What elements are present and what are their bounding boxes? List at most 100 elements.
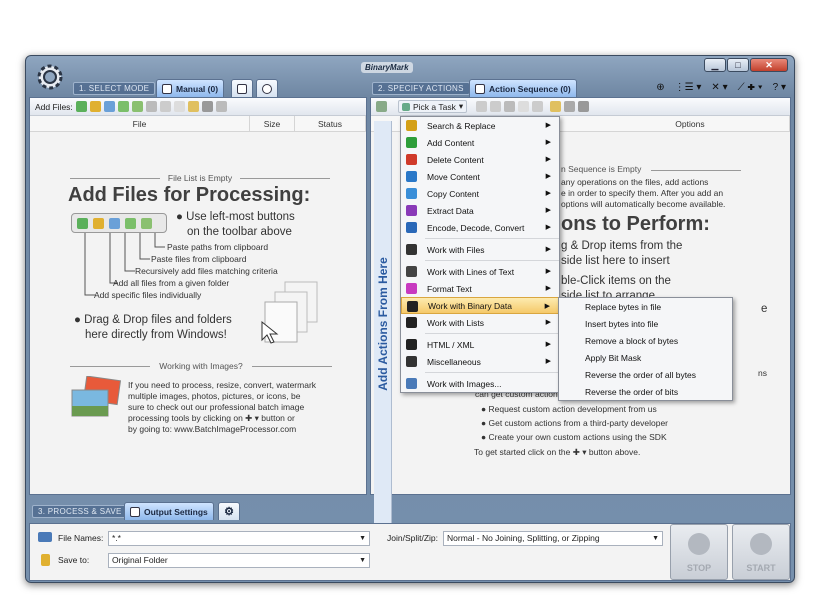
menu-item[interactable]: HTML / XML ▶ xyxy=(401,336,559,353)
remove-action-icon[interactable] xyxy=(518,101,530,112)
save-to-input[interactable]: Original Folder ▼ xyxy=(108,553,370,568)
tools-icon[interactable]: ✕ ▾ xyxy=(711,82,727,93)
menu-item[interactable]: Delete Content ▶ xyxy=(401,151,559,168)
menu-item[interactable]: Work with Lists ▶ xyxy=(401,314,559,331)
menu-item-label: Work with Files xyxy=(427,244,485,255)
search-replace-icon xyxy=(406,120,417,131)
remove-options-icon[interactable] xyxy=(159,101,171,112)
start-label: START xyxy=(746,563,776,573)
remove-file-icon[interactable] xyxy=(145,101,157,112)
submenu-item[interactable]: Reverse the order of bits xyxy=(559,383,732,400)
submenu-item[interactable]: Reverse the order of all bytes xyxy=(559,366,732,383)
edit-action-icon[interactable] xyxy=(504,101,516,112)
menu-item[interactable]: Work with Lines of Text ▶ xyxy=(401,263,559,280)
submenu-arrow-icon: ▶ xyxy=(544,303,550,310)
pick-task-button[interactable]: Pick a Task ▾ xyxy=(398,100,468,113)
tab-action-sequence[interactable]: Action Sequence (0) xyxy=(469,79,577,97)
col-size[interactable]: Size xyxy=(250,116,295,131)
tab-manual[interactable]: Manual (0) xyxy=(156,79,225,97)
move-up-icon[interactable] xyxy=(476,101,488,112)
settings-gear-icon[interactable] xyxy=(35,62,65,92)
submenu-item[interactable]: Replace bytes in file xyxy=(559,298,732,315)
start-button[interactable]: START xyxy=(732,524,790,580)
images-icon xyxy=(406,378,417,389)
globe-icon[interactable]: ⊕ xyxy=(656,82,664,93)
col-status[interactable]: Status xyxy=(295,116,366,131)
menu-item[interactable]: Move Content ▶ xyxy=(401,168,559,185)
illustration-folder-icon xyxy=(93,217,104,229)
add-files-label: Add Files: xyxy=(35,101,73,112)
maximize-button[interactable]: □ xyxy=(727,58,749,72)
open-sequence-icon[interactable] xyxy=(550,101,562,112)
encode-icon xyxy=(406,222,417,233)
menu-item[interactable]: Miscellaneous ▶ xyxy=(401,353,559,370)
tab-camera[interactable] xyxy=(231,79,253,97)
add-action-icon[interactable] xyxy=(376,101,387,112)
copy-content-icon xyxy=(406,188,417,199)
copy-list-icon[interactable] xyxy=(215,101,227,112)
menu-item-label: Work with Binary Data xyxy=(428,300,512,311)
menu-item[interactable]: Copy Content ▶ xyxy=(401,185,559,202)
stop-button[interactable]: STOP xyxy=(670,524,728,580)
clock-icon xyxy=(262,83,272,94)
submenu-item[interactable]: Remove a block of bytes xyxy=(559,332,732,349)
menu-item-label: Copy Content xyxy=(427,188,479,199)
app-logo: BinaryMark xyxy=(361,62,413,73)
save-list-icon[interactable] xyxy=(201,101,213,112)
menu-item[interactable]: Work with Images... xyxy=(401,375,559,392)
submenu-item[interactable]: Insert bytes into file xyxy=(559,315,732,332)
images-photos-icon xyxy=(71,376,122,417)
list-tools-icon[interactable]: ⋮☰ ▾ xyxy=(675,82,702,93)
divider xyxy=(651,170,741,171)
open-list-icon[interactable] xyxy=(187,101,199,112)
bullet-request: ● Request custom action development from… xyxy=(481,404,657,414)
sequence-options-icon[interactable] xyxy=(564,101,576,112)
recursive-add-icon[interactable] xyxy=(103,101,115,112)
help-icon[interactable]: ? ▾ xyxy=(773,82,786,93)
tab-output-settings[interactable]: Output Settings xyxy=(124,502,214,520)
menu-item[interactable]: Work with Binary Data ▶ xyxy=(401,297,559,314)
menu-item-label: Move Content xyxy=(427,171,480,182)
menu-item[interactable]: Encode, Decode, Convert ▶ xyxy=(401,219,559,236)
file-names-input[interactable]: *.* ▼ xyxy=(108,531,370,546)
clear-actions-icon[interactable] xyxy=(532,101,544,112)
add-files-icon[interactable] xyxy=(75,101,87,112)
menu-item[interactable]: Format Text ▶ xyxy=(401,280,559,297)
menu-item[interactable]: Extract Data ▶ xyxy=(401,202,559,219)
menu-item[interactable]: Search & Replace ▶ xyxy=(401,117,559,134)
join-split-label: Join/Split/Zip: xyxy=(387,533,439,543)
save-sequence-icon[interactable] xyxy=(578,101,590,112)
bullet-third-party: ● Get custom actions from a third-party … xyxy=(481,418,669,428)
plugins-icon[interactable]: ⟋ ✚ ▾ xyxy=(738,82,763,93)
actions-toolbar: Pick a Task ▾ xyxy=(371,98,790,116)
sequence-empty-title: n Sequence is Empty xyxy=(561,164,642,174)
add-files-headline: Add Files for Processing: xyxy=(68,184,311,206)
output-panel: File Names: *.* ▼ Save to: Original Fold… xyxy=(29,523,791,581)
output-settings-icon xyxy=(130,506,140,517)
move-down-icon[interactable] xyxy=(490,101,502,112)
top-right-tools: ⊕ ⋮☰ ▾ ✕ ▾ ⟋ ✚ ▾ ? ▾ xyxy=(656,82,786,93)
submenu-item[interactable]: Apply Bit Mask xyxy=(559,349,732,366)
tab-output-gear[interactable]: ⚙ xyxy=(218,502,240,520)
menu-item[interactable]: Add Content ▶ xyxy=(401,134,559,151)
callout-recursive: Recursively add files matching criteria xyxy=(135,266,278,276)
tab-timer[interactable] xyxy=(256,79,278,97)
join-split-select[interactable]: Normal - No Joining, Splitting, or Zippi… xyxy=(443,531,663,546)
close-button[interactable]: ✕ xyxy=(750,58,788,72)
file-list-empty-title: File List is Empty xyxy=(167,173,233,183)
drag-drop-hint-2: here directly from Windows! xyxy=(85,329,227,341)
minimize-button[interactable]: ▁ xyxy=(704,58,726,72)
menu-item-label: Delete Content xyxy=(427,154,484,165)
divider xyxy=(70,178,160,179)
submenu-arrow-icon: ▶ xyxy=(545,156,551,163)
col-file[interactable]: File xyxy=(30,116,250,131)
paste-paths-icon[interactable] xyxy=(131,101,143,112)
menu-item-label: Add Content xyxy=(427,137,475,148)
paste-files-icon[interactable] xyxy=(117,101,129,112)
add-folder-icon[interactable] xyxy=(89,101,101,112)
menu-item[interactable]: Work with Files ▶ xyxy=(401,241,559,258)
actions-headline: ons to Perform: xyxy=(561,213,710,235)
menu-separator xyxy=(425,238,559,239)
images-text-4: processing tools by clicking on ✚ ▾ butt… xyxy=(128,413,295,423)
add-actions-bar[interactable]: Add Actions From Here xyxy=(374,121,392,527)
